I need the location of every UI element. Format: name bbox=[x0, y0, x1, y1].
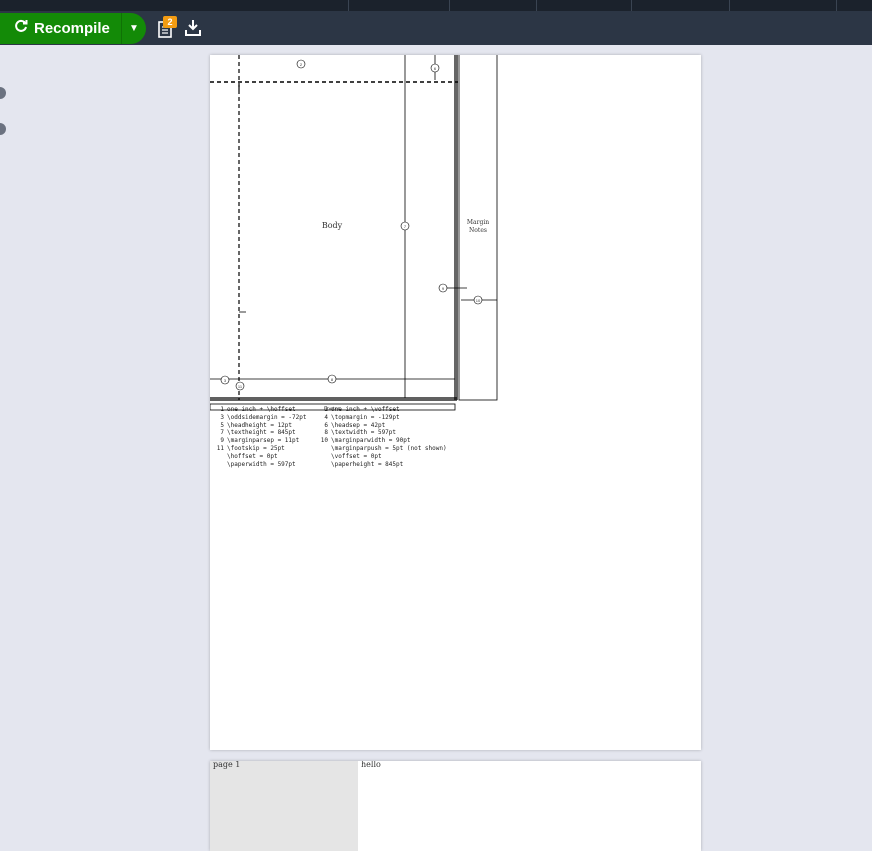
margin-notes-label-2: Notes bbox=[469, 227, 487, 234]
recompile-label: Recompile bbox=[34, 20, 110, 37]
circle-marker: 8 bbox=[327, 374, 337, 384]
menu-separator bbox=[348, 0, 349, 11]
menu-separator bbox=[729, 0, 730, 11]
param-row: 5 \headheight = 12pt bbox=[220, 421, 293, 429]
pdf-toolbar: Recompile ▼ bbox=[0, 11, 872, 45]
circle-marker: 9 bbox=[438, 283, 448, 293]
layout-diagram: Body Margin Notes Footer 2 6 7 9 10 11 3… bbox=[210, 55, 498, 412]
page2-right-text: hello bbox=[361, 761, 381, 769]
body-label: Body bbox=[322, 221, 343, 230]
menu-separator bbox=[631, 0, 632, 11]
circle-marker: 3 bbox=[220, 375, 230, 385]
download-pdf-button[interactable] bbox=[184, 18, 202, 38]
circle-marker: 11 bbox=[235, 381, 245, 391]
param-row: \hoffset = 0pt bbox=[227, 452, 278, 460]
top-menu-strip bbox=[0, 0, 872, 11]
logs-count-badge: 2 bbox=[163, 16, 177, 28]
param-row: 7 \textheight = 845pt bbox=[220, 429, 296, 437]
svg-text:10: 10 bbox=[476, 298, 481, 303]
download-icon bbox=[185, 20, 201, 36]
param-row: \marginparpush = 5pt (not shown) bbox=[331, 444, 447, 452]
page2-grey-panel bbox=[210, 761, 358, 851]
param-row: 6 \headsep = 42pt bbox=[324, 421, 386, 429]
refresh-icon bbox=[14, 19, 28, 38]
circle-marker: 2 bbox=[296, 59, 306, 69]
param-row: 4 \topmargin = -129pt bbox=[324, 413, 400, 421]
param-row: 8 \textwidth = 597pt bbox=[324, 429, 397, 437]
param-row: 1 one inch + \hoffset bbox=[220, 406, 296, 413]
collapse-handle[interactable] bbox=[0, 87, 6, 99]
menu-separator bbox=[449, 0, 450, 11]
recompile-button-group: Recompile ▼ bbox=[0, 13, 146, 44]
param-row: \paperwidth = 597pt bbox=[227, 460, 296, 468]
pdf-page-2: page 1 hello bbox=[210, 761, 701, 851]
menu-separator bbox=[536, 0, 537, 11]
param-row: 3 \oddsidemargin = -72pt bbox=[220, 413, 307, 421]
param-row: \voffset = 0pt bbox=[331, 452, 382, 460]
param-row: 10 \marginparwidth = 90pt bbox=[320, 437, 411, 445]
param-row: 2 one inch + \voffset bbox=[324, 406, 400, 413]
pdf-page-1: Body Margin Notes Footer 2 6 7 9 10 11 3… bbox=[210, 55, 701, 750]
param-row: 11 \footskip = 25pt bbox=[216, 444, 285, 452]
circle-marker: 7 bbox=[400, 221, 410, 231]
param-row: 9 \marginparsep = 11pt bbox=[220, 437, 300, 445]
circle-marker: 6 bbox=[430, 63, 440, 73]
param-row: \paperheight = 845pt bbox=[331, 460, 404, 468]
circle-marker: 10 bbox=[473, 295, 483, 305]
margin-notes-label-1: Margin bbox=[467, 219, 489, 226]
recompile-button[interactable]: Recompile bbox=[0, 13, 110, 44]
param-column-left: 1 one inch + \hoffset 3 \oddsidemargin = -… bbox=[210, 406, 320, 468]
menu-separator bbox=[836, 0, 837, 11]
param-column-right: 2 one inch + \voffset 4 \topmargin = -129p… bbox=[318, 406, 468, 468]
caret-down-icon: ▼ bbox=[129, 23, 139, 34]
page2-left-text: page 1 bbox=[213, 761, 241, 769]
expand-handle[interactable] bbox=[0, 123, 6, 135]
recompile-dropdown-toggle[interactable]: ▼ bbox=[121, 13, 146, 44]
